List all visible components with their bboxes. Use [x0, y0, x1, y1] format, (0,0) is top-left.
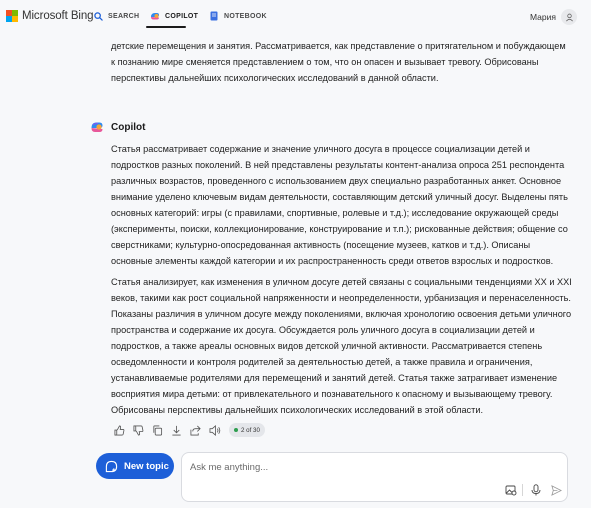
chat-composer: [181, 452, 568, 502]
search-icon: [93, 11, 103, 21]
response-counter-badge: 2 of 30: [229, 423, 265, 437]
response-paragraph-2: Статья анализирует, как изменения в улич…: [111, 277, 572, 415]
assistant-header: Copilot: [90, 120, 145, 134]
active-tab-indicator: [146, 26, 186, 28]
response-paragraph-1: Статья рассматривает содержание и значен…: [111, 144, 568, 266]
copilot-logo-icon: [91, 122, 103, 132]
thumbs-down-icon[interactable]: [132, 424, 145, 437]
tab-search[interactable]: SEARCH: [93, 11, 139, 21]
bing-logo[interactable]: Microsoft Bing: [6, 10, 94, 22]
tab-label: SEARCH: [108, 12, 140, 20]
chat-input[interactable]: [190, 460, 490, 474]
image-search-icon[interactable]: [505, 484, 517, 496]
copilot-icon: [150, 11, 160, 21]
previous-message-text: детские перемещения и занятия. Рассматри…: [111, 41, 566, 83]
notebook-icon: [209, 11, 219, 21]
speaker-icon[interactable]: [208, 424, 221, 437]
download-icon[interactable]: [170, 424, 183, 437]
new-topic-label: New topic: [124, 460, 169, 472]
user-name[interactable]: Мария: [530, 12, 556, 22]
logo-text: Microsoft Bing: [22, 10, 94, 22]
response-actions: 2 of 30: [113, 423, 265, 437]
assistant-name: Copilot: [111, 121, 146, 133]
status-dot: [234, 428, 238, 432]
share-icon[interactable]: [189, 424, 202, 437]
send-icon[interactable]: [550, 484, 562, 496]
tab-notebook[interactable]: NOTEBOOK: [209, 11, 267, 21]
thumbs-up-icon[interactable]: [113, 424, 126, 437]
tab-label: NOTEBOOK: [224, 12, 267, 20]
composer-divider: [522, 484, 523, 496]
copy-icon[interactable]: [151, 424, 164, 437]
new-topic-icon: [104, 459, 118, 473]
tab-copilot[interactable]: COPILOT: [150, 11, 198, 21]
microsoft-logo-icon: [6, 10, 18, 22]
response-counter: 2 of 30: [241, 426, 260, 434]
new-topic-button[interactable]: New topic: [96, 453, 174, 479]
user-icon: [565, 13, 573, 21]
top-bar: Microsoft Bing SEARCH COPILOT NOTEBOOK М…: [0, 0, 591, 34]
avatar[interactable]: [561, 9, 577, 25]
microphone-icon[interactable]: [530, 484, 542, 496]
tab-label: COPILOT: [165, 12, 199, 20]
